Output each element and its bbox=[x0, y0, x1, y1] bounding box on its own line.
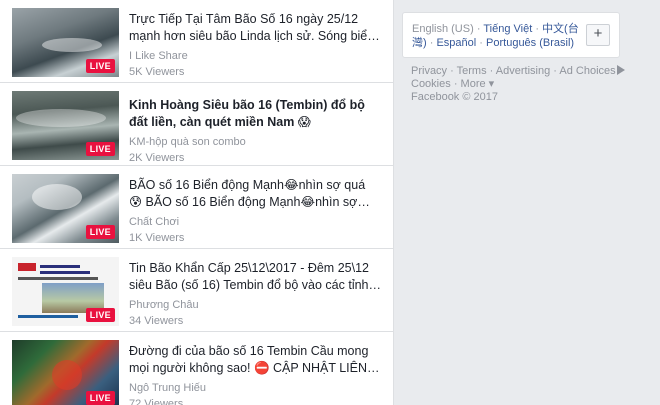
footer-link-privacy[interactable]: Privacy bbox=[411, 65, 447, 77]
video-author[interactable]: Phương Châu bbox=[129, 298, 381, 312]
video-title[interactable]: Kinh Hoàng Siêu bão 16 (Tembin) đổ bộ đấ… bbox=[129, 97, 381, 131]
add-language-button[interactable]: + bbox=[586, 24, 610, 46]
language-link-portuguese-brazil[interactable]: Português (Brasil) bbox=[486, 37, 574, 49]
video-item[interactable]: LIVE Trực Tiếp Tại Tâm Bão Số 16 ngày 25… bbox=[0, 0, 393, 83]
live-badge: LIVE bbox=[85, 59, 115, 73]
video-title[interactable]: Đường đi của bão số 16 Tembin Cầu mong m… bbox=[129, 343, 381, 377]
video-item[interactable]: LIVE BÃO số 16 Biển động Mạnh😂nhìn sợ qu… bbox=[0, 166, 393, 249]
footer-link-cookies[interactable]: Cookies bbox=[411, 78, 451, 90]
video-thumbnail[interactable]: LIVE bbox=[12, 340, 119, 405]
viewer-count: 5K Viewers bbox=[129, 66, 185, 78]
video-author[interactable]: Chất Chơi bbox=[129, 215, 381, 229]
viewer-count: 2K Viewers bbox=[129, 152, 185, 164]
live-video-feed: LIVE Trực Tiếp Tại Tâm Bão Số 16 ngày 25… bbox=[0, 0, 394, 405]
video-thumbnail[interactable]: LIVE bbox=[12, 8, 119, 77]
video-thumbnail[interactable]: LIVE bbox=[12, 91, 119, 160]
ad-choices-icon bbox=[616, 65, 625, 75]
video-item[interactable]: LIVE Đường đi của bão số 16 Tembin Cầu m… bbox=[0, 332, 393, 405]
video-author[interactable]: KM-hộp quà son combo bbox=[129, 135, 381, 149]
live-badge: LIVE bbox=[85, 391, 115, 405]
video-title[interactable]: BÃO số 16 Biển động Mạnh😂nhìn sợ quá 😰 B… bbox=[129, 177, 381, 211]
footer-links: Privacy · Terms · Advertising · Ad Choic… bbox=[411, 65, 626, 104]
footer-link-more[interactable]: More bbox=[461, 78, 486, 90]
viewer-count: 1K Viewers bbox=[129, 232, 185, 244]
language-link-vietnamese[interactable]: Tiếng Việt bbox=[483, 23, 532, 35]
live-badge: LIVE bbox=[85, 225, 115, 239]
current-language: English (US) bbox=[412, 23, 474, 35]
video-author[interactable]: Ngô Trung Hiếu bbox=[129, 381, 381, 395]
viewer-count: 34 Viewers bbox=[129, 315, 184, 327]
footer-link-advertising[interactable]: Advertising bbox=[496, 65, 550, 77]
language-link-spanish[interactable]: Español bbox=[436, 37, 476, 49]
viewer-count: 72 Viewers bbox=[129, 398, 184, 405]
video-author[interactable]: I Like Share bbox=[129, 49, 381, 63]
language-selector: English (US) · Tiếng Việt · 中文(台灣) · Esp… bbox=[402, 12, 620, 58]
video-title[interactable]: Trực Tiếp Tại Tâm Bão Số 16 ngày 25/12 m… bbox=[129, 11, 381, 45]
video-thumbnail[interactable]: LIVE bbox=[12, 257, 119, 326]
live-badge: LIVE bbox=[85, 142, 115, 156]
live-badge: LIVE bbox=[85, 308, 115, 322]
footer-link-terms[interactable]: Terms bbox=[457, 65, 487, 77]
footer-link-ad-choices[interactable]: Ad Choices bbox=[559, 65, 615, 77]
language-list: English (US) · Tiếng Việt · 中文(台灣) · Esp… bbox=[412, 23, 579, 49]
video-title[interactable]: Tin Bão Khẩn Cấp 25\12\2017 - Đêm 25\12 … bbox=[129, 260, 381, 294]
video-item[interactable]: LIVE Kinh Hoàng Siêu bão 16 (Tembin) đổ … bbox=[0, 83, 393, 166]
video-item[interactable]: LIVE Tin Bão Khẩn Cấp 25\12\2017 - Đêm 2… bbox=[0, 249, 393, 332]
video-thumbnail[interactable]: LIVE bbox=[12, 174, 119, 243]
copyright: Facebook © 2017 bbox=[411, 91, 498, 103]
